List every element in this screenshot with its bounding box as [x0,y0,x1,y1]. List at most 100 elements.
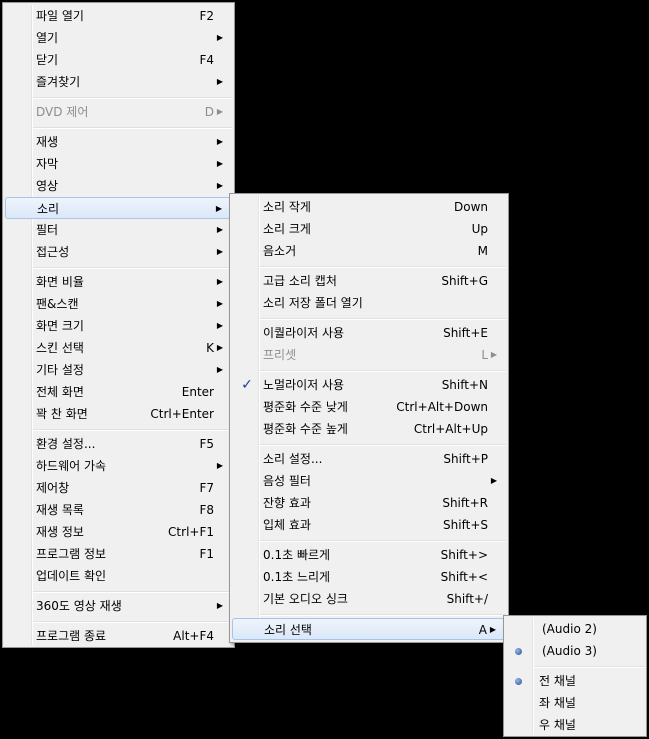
menu-item-right-channel[interactable]: 우 채널 [506,714,644,736]
menu-item-hardware-acceleration[interactable]: 하드웨어 가속 ▶ [5,455,232,477]
menu-item-label: 음성 필터 [263,474,311,488]
submenu-arrow-icon: ▶ [216,181,223,190]
menu-separator [260,266,506,268]
menu-separator [260,370,506,372]
menu-item-mute[interactable]: 음소거 M [232,240,506,262]
menu-item-voice-filter[interactable]: 음성 필터 ▶ [232,470,506,492]
menu-item-control-panel[interactable]: 제어창 F7 [5,477,232,499]
menu-item-sound-settings[interactable]: 소리 설정... Shift+P [232,448,506,470]
menu-item-dvd-control: DVD 제어 D ▶ [5,101,232,123]
menu-item-label: 프로그램 종료 [36,629,107,643]
menu-item-360-video[interactable]: 360도 영상 재생 ▶ [5,595,232,617]
menu-item-shortcut: Ctrl+Enter [150,407,214,421]
menu-item-other-settings[interactable]: 기타 설정 ▶ [5,359,232,381]
menu-item-open-audio-folder[interactable]: 소리 저장 폴더 열기 [232,292,506,314]
menu-item-shortcut: Ctrl+Alt+Down [396,400,488,414]
menu-item-audio-select[interactable]: 소리 선택 A ▶ [232,618,506,640]
menu-item-open-file[interactable]: 파일 열기 F2 [5,5,232,27]
menu-item-playback-info[interactable]: 재생 정보 Ctrl+F1 [5,521,232,543]
menu-item-aspect-ratio[interactable]: 화면 비율 ▶ [5,271,232,293]
menu-item-shortcut: Shift+> [440,548,488,562]
menu-item-use-equalizer[interactable]: 이퀄라이저 사용 Shift+E [232,322,506,344]
menu-item-shortcut: F4 [199,53,214,67]
menu-item-label: 자막 [36,157,59,171]
menu-item-label: 프로그램 정보 [36,547,107,561]
menu-item-shortcut: F7 [199,481,214,495]
menu-item-normalize-level-high[interactable]: 평준화 수준 높게 Ctrl+Alt+Up [232,418,506,440]
menu-item-exit[interactable]: 프로그램 종료 Alt+F4 [5,625,232,647]
menu-item-shortcut: Shift+G [441,274,488,288]
menu-item-pan-scan[interactable]: 팬&스캔 ▶ [5,293,232,315]
submenu-arrow-icon: ▶ [216,299,223,308]
menu-separator [260,444,506,446]
menu-item-label: 팬&스캔 [36,297,79,311]
menu-item-shortcut: Shift+N [441,378,488,392]
menu-item-close[interactable]: 닫기 F4 [5,49,232,71]
submenu-arrow-icon: ▶ [216,225,223,234]
menu-item-open[interactable]: 열기 ▶ [5,27,232,49]
menu-item-skin-select[interactable]: 스킨 선택 K ▶ [5,337,232,359]
menu-item-volume-down[interactable]: 소리 작게 Down [232,196,506,218]
menu-item-stereo-effect[interactable]: 입체 효과 Shift+S [232,514,506,536]
menu-separator [33,97,232,99]
menu-item-label: 스킨 선택 [36,341,84,355]
menu-item-normalize-level-low[interactable]: 평준화 수준 낮게 Ctrl+Alt+Down [232,396,506,418]
menu-item-label: 즐겨찾기 [36,75,81,89]
menu-item-shortcut: Alt+F4 [173,629,214,643]
submenu-arrow-icon: ▶ [216,107,223,116]
menu-item-fullscreen[interactable]: 전체 화면 Enter [5,381,232,403]
menu-item-label: (Audio 3) [542,644,597,658]
menu-item-label: 재생 [36,135,59,149]
submenu-arrow-icon: ▶ [490,476,497,485]
menu-item-shortcut: Up [471,222,488,236]
menu-item-left-channel[interactable]: 좌 채널 [506,692,644,714]
submenu-arrow-icon: ▶ [490,350,497,359]
menu-item-preferences[interactable]: 환경 설정... F5 [5,433,232,455]
menu-item-volume-up[interactable]: 소리 크게 Up [232,218,506,240]
menu-item-program-info[interactable]: 프로그램 정보 F1 [5,543,232,565]
menu-item-reverb[interactable]: 잔향 효과 Shift+R [232,492,506,514]
menu-separator [33,267,232,269]
menu-item-use-normalizer[interactable]: ✓ 노멀라이저 사용 Shift+N [232,374,506,396]
menu-item-screen-size[interactable]: 화면 크기 ▶ [5,315,232,337]
menu-item-label: 하드웨어 가속 [36,459,107,473]
submenu-arrow-icon: ▶ [216,601,223,610]
menu-item-filter[interactable]: 필터 ▶ [5,219,232,241]
menu-item-video[interactable]: 영상 ▶ [5,175,232,197]
menu-item-playlist[interactable]: 재생 목록 F8 [5,499,232,521]
menu-item-audio-3[interactable]: (Audio 3) [506,640,644,662]
menu-item-check-update[interactable]: 업데이트 확인 [5,565,232,587]
menu-item-label: 소리 크게 [263,222,311,236]
menu-item-label: 소리 [37,202,60,216]
menu-item-fill-screen[interactable]: 꽉 찬 화면 Ctrl+Enter [5,403,232,425]
menu-item-sound[interactable]: 소리 ▶ [5,197,232,219]
menu-item-label: 좌 채널 [539,696,576,710]
menu-item-advanced-audio-capture[interactable]: 고급 소리 캡처 Shift+G [232,270,506,292]
menu-item-sync-faster[interactable]: 0.1초 빠르게 Shift+> [232,544,506,566]
menu-item-label: 전 채널 [539,674,576,688]
menu-item-favorites[interactable]: 즐겨찾기 ▶ [5,71,232,93]
submenu-arrow-icon: ▶ [216,343,223,352]
menu-item-shortcut: F1 [199,547,214,561]
menu-item-label: 열기 [36,31,59,45]
menu-item-label: 제어창 [36,481,70,495]
menu-item-shortcut: L [481,348,488,362]
menu-item-label: 소리 설정... [263,452,323,466]
menu-item-all-channels[interactable]: 전 채널 [506,670,644,692]
menu-item-label: 이퀄라이저 사용 [263,326,345,340]
menu-item-label: 음소거 [263,244,297,258]
submenu-arrow-icon: ▶ [216,321,223,330]
submenu-arrow-icon: ▶ [216,77,223,86]
menu-item-default-audio-sync[interactable]: 기본 오디오 싱크 Shift+/ [232,588,506,610]
menu-item-audio-2[interactable]: (Audio 2) [506,618,644,640]
menu-item-playback[interactable]: 재생 ▶ [5,131,232,153]
menu-item-shortcut: F5 [199,437,214,451]
menu-item-sync-slower[interactable]: 0.1초 느리게 Shift+< [232,566,506,588]
menu-item-label: 잔향 효과 [263,496,311,510]
menu-item-accessibility[interactable]: 접근성 ▶ [5,241,232,263]
menu-item-label: 0.1초 느리게 [263,570,331,584]
menu-item-label: 평준화 수준 높게 [263,422,348,436]
menu-item-subtitles[interactable]: 자막 ▶ [5,153,232,175]
menu-separator [260,540,506,542]
radio-selected-icon [515,678,522,685]
